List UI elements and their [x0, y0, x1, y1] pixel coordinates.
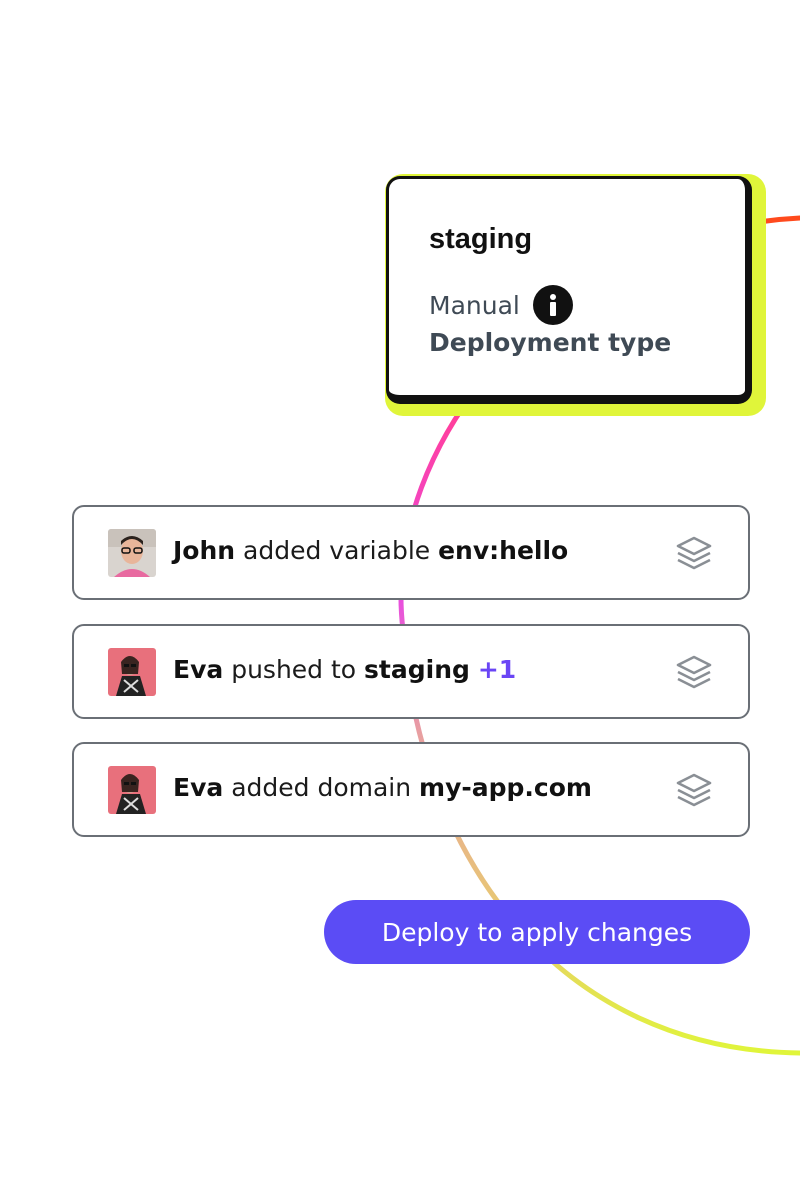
activity-item[interactable]: Eva pushed to staging +1 [72, 624, 750, 719]
activity-user: Eva [173, 655, 224, 684]
info-icon[interactable] [532, 285, 573, 325]
environment-card[interactable]: staging Manual Deployment type [386, 176, 752, 404]
activity-target: my-app.com [419, 773, 592, 802]
activity-text: Eva added domain my-app.com [173, 773, 592, 802]
activity-user: John [173, 536, 236, 565]
activity-action: pushed to [231, 655, 357, 684]
activity-target: env:hello [438, 536, 569, 565]
activity-item[interactable]: John added variable env:hello [72, 505, 750, 600]
deploy-mode-value: Manual [429, 290, 520, 320]
layers-icon[interactable] [674, 533, 714, 573]
activity-text: John added variable env:hello [173, 536, 568, 565]
activity-user: Eva [173, 773, 224, 802]
layers-icon[interactable] [674, 652, 714, 692]
activity-item[interactable]: Eva added domain my-app.com [72, 742, 750, 837]
deploy-mode-row: Manual [429, 285, 573, 325]
eva-avatar [108, 766, 156, 814]
eva-avatar [108, 648, 156, 696]
environment-name: staging [429, 223, 533, 255]
activity-action: added domain [231, 773, 412, 802]
layers-icon[interactable] [674, 770, 714, 810]
activity-text: Eva pushed to staging +1 [173, 655, 516, 684]
deploy-type-label: Deployment type [429, 328, 672, 357]
activity-target: staging [364, 655, 470, 684]
john-avatar [108, 529, 156, 577]
extra-count-badge[interactable]: +1 [478, 655, 516, 684]
deploy-button[interactable]: Deploy to apply changes [324, 900, 750, 964]
activity-action: added variable [243, 536, 431, 565]
